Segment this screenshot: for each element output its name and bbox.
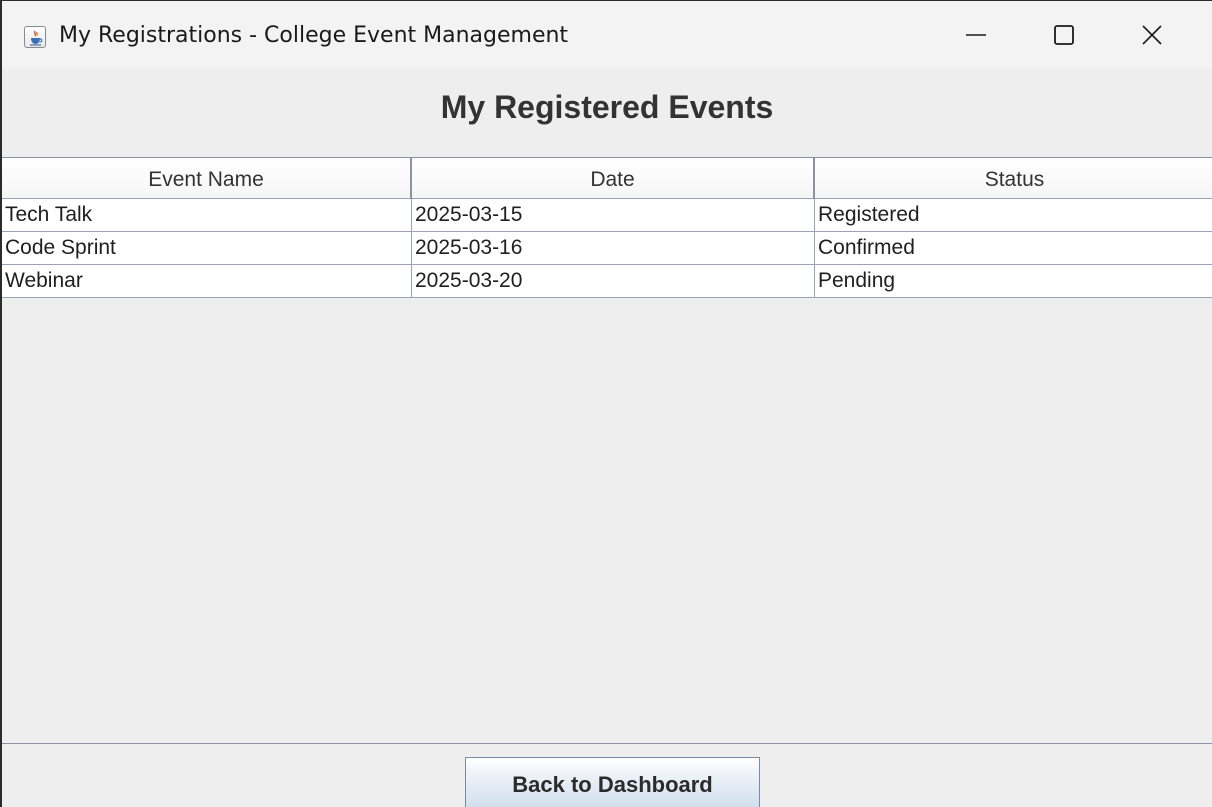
cell-date[interactable]: 2025-03-16: [412, 232, 813, 264]
table-row[interactable]: Code Sprint 2025-03-16 Confirmed: [2, 232, 1212, 265]
column-header-event-name[interactable]: Event Name: [2, 158, 410, 198]
maximize-icon: [1054, 25, 1074, 45]
button-panel: Back to Dashboard: [2, 743, 1212, 807]
column-header-date[interactable]: Date: [412, 158, 813, 198]
app-window: My Registrations - College Event Managem…: [0, 0, 1212, 807]
cell-date[interactable]: 2025-03-20: [412, 265, 813, 297]
table-row[interactable]: Webinar 2025-03-20 Pending: [2, 265, 1212, 298]
registrations-table: Event Name Date Status Tech Talk 2025-03…: [2, 157, 1212, 743]
cell-status[interactable]: Registered: [815, 199, 1212, 231]
table-header: Event Name Date Status: [2, 158, 1212, 199]
window-title: My Registrations - College Event Managem…: [59, 23, 569, 48]
column-header-status[interactable]: Status: [815, 158, 1212, 198]
minimize-button[interactable]: [932, 1, 1020, 69]
cell-event-name[interactable]: Code Sprint: [2, 232, 410, 264]
cell-event-name[interactable]: Webinar: [2, 265, 410, 297]
java-cup-icon[interactable]: [24, 26, 46, 48]
maximize-button[interactable]: [1020, 1, 1108, 69]
minimize-icon: [966, 34, 986, 36]
page-title: My Registered Events: [440, 89, 774, 125]
title-bar[interactable]: My Registrations - College Event Managem…: [2, 1, 1212, 69]
cell-status[interactable]: Confirmed: [815, 232, 1212, 264]
close-icon: [1142, 25, 1162, 45]
cell-date[interactable]: 2025-03-15: [412, 199, 813, 231]
close-button[interactable]: [1108, 1, 1196, 69]
back-to-dashboard-button[interactable]: Back to Dashboard: [465, 757, 760, 807]
cell-status[interactable]: Pending: [815, 265, 1212, 297]
table-row[interactable]: Tech Talk 2025-03-15 Registered: [2, 199, 1212, 232]
cell-event-name[interactable]: Tech Talk: [2, 199, 410, 231]
